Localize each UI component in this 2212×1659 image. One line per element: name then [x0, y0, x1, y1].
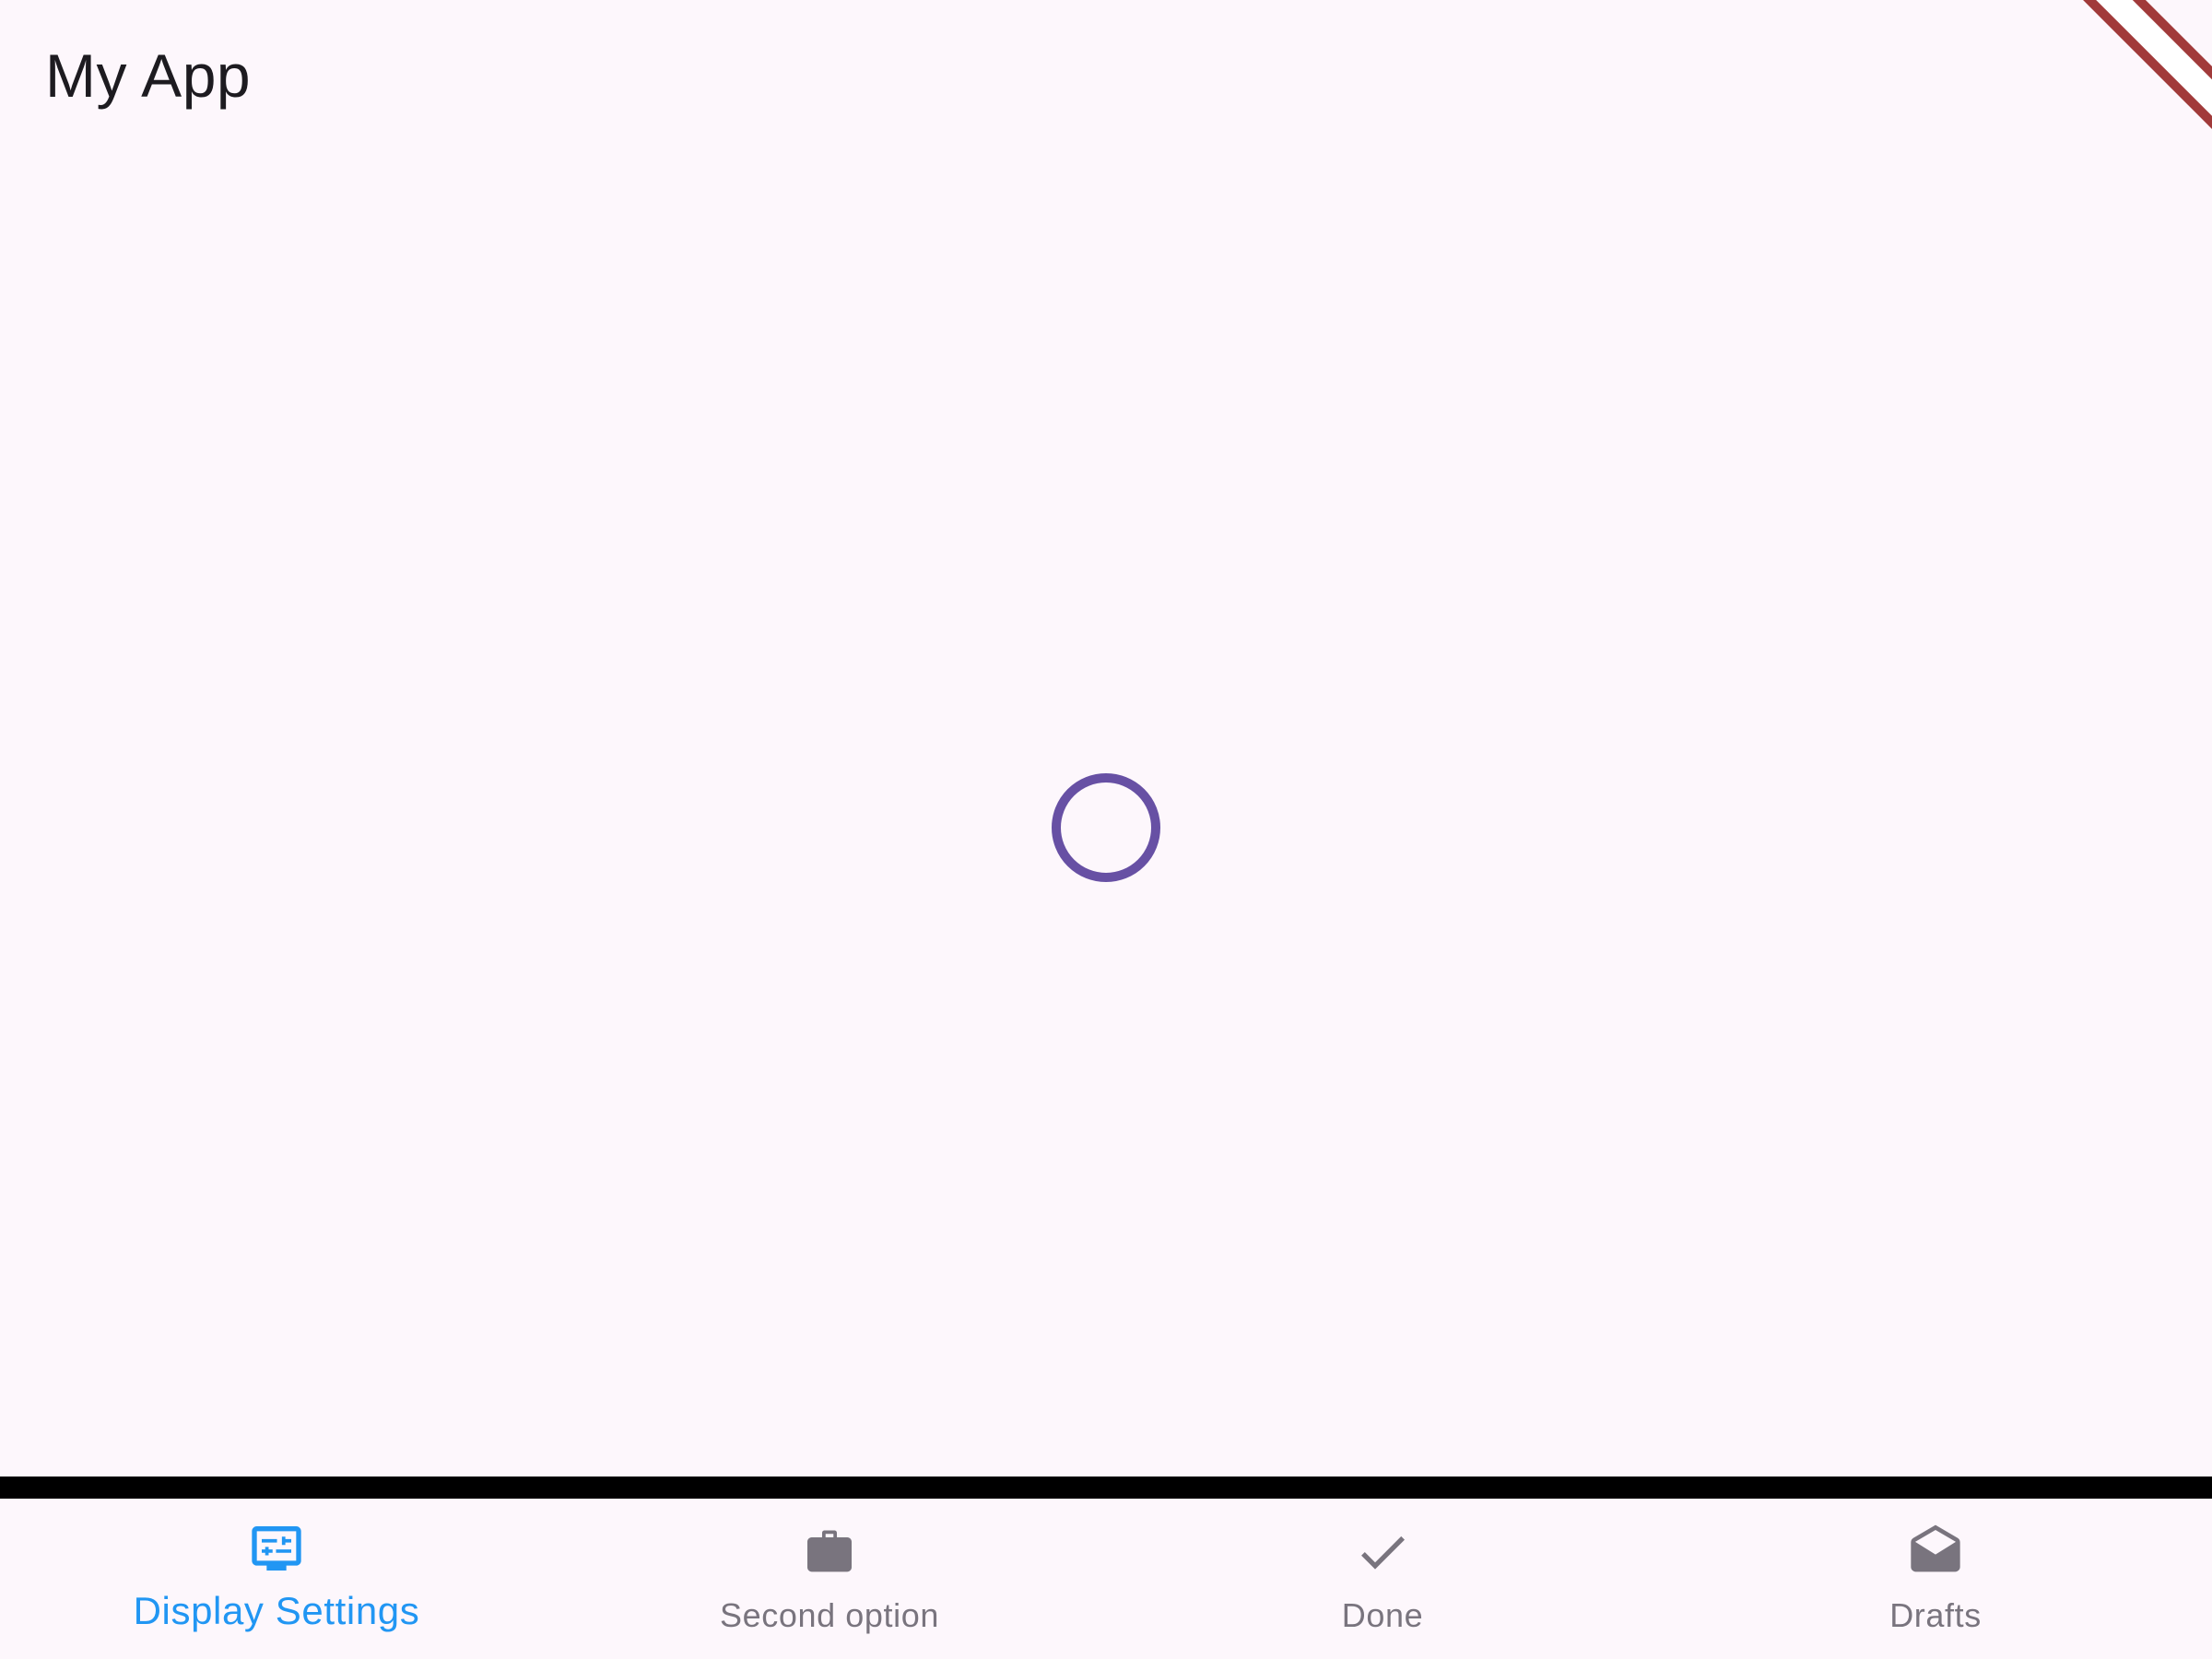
debug-banner-stripe — [2070, 0, 2212, 166]
nav-label-done: Done — [1341, 1596, 1424, 1634]
nav-label-second-option: Second option — [720, 1596, 939, 1634]
nav-label-drafts: Drafts — [1889, 1596, 1982, 1634]
nav-item-second-option[interactable]: Second option — [553, 1499, 1106, 1659]
bottom-navigation-bar: Display Settings Second option Done Draf… — [0, 1499, 2212, 1659]
app-window: My App Display Settings Second option Do… — [0, 0, 2212, 1659]
settings-display-icon — [252, 1526, 301, 1571]
drafts-icon — [1911, 1524, 1960, 1572]
briefcase-icon — [807, 1530, 852, 1572]
nav-item-drafts[interactable]: Drafts — [1659, 1499, 2212, 1659]
nav-label-display-settings: Display Settings — [133, 1589, 420, 1632]
check-icon — [1361, 1535, 1405, 1570]
app-title: My App — [45, 41, 252, 110]
nav-item-display-settings[interactable]: Display Settings — [0, 1499, 553, 1659]
loading-spinner — [1052, 773, 1160, 882]
bottom-nav-divider — [0, 1477, 2212, 1499]
nav-item-done[interactable]: Done — [1106, 1499, 1659, 1659]
debug-banner — [2046, 0, 2212, 166]
app-bar: My App — [0, 0, 2212, 152]
